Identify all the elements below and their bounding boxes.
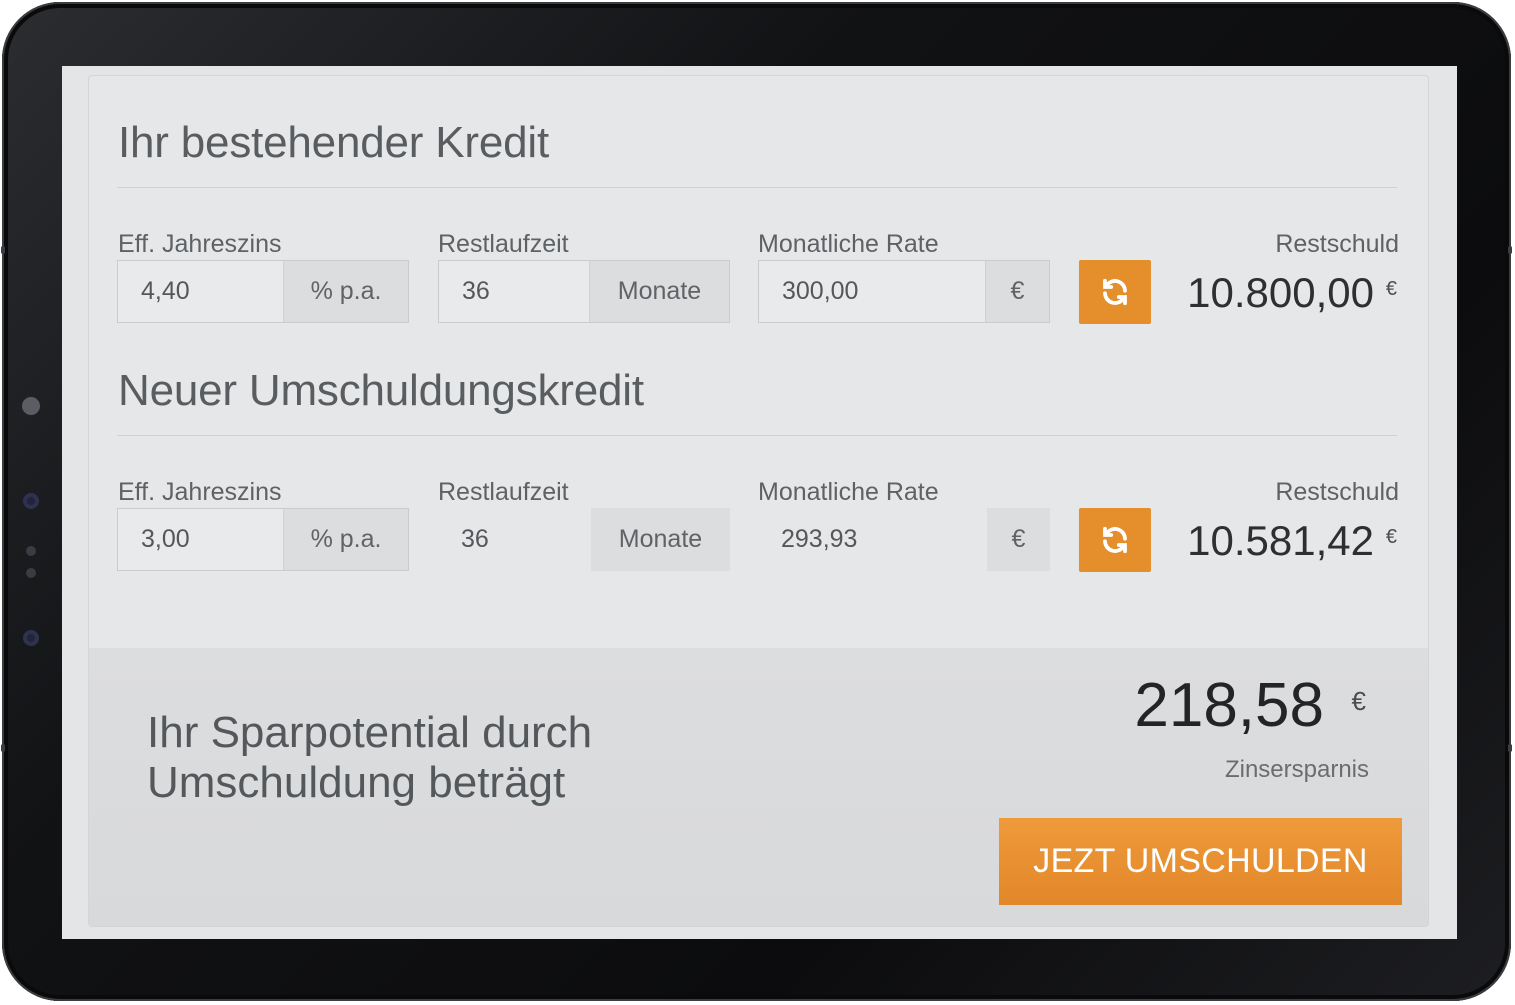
- new-refresh-button[interactable]: [1079, 508, 1151, 572]
- new-rate-label: Eff. Jahreszins: [118, 478, 282, 506]
- camera-icon: [22, 397, 40, 415]
- existing-refresh-button[interactable]: [1079, 260, 1151, 324]
- savings-text: Ihr Sparpotential durch Umschuldung betr…: [147, 708, 593, 807]
- refinance-now-button[interactable]: JEZT UMSCHULDEN: [999, 818, 1402, 905]
- savings-panel: Ihr Sparpotential durch Umschuldung betr…: [89, 648, 1428, 926]
- new-rate-field[interactable]: 3,00 % p.a.: [117, 508, 409, 571]
- power-button: [1508, 246, 1512, 254]
- existing-debt-label: Restschuld: [1275, 230, 1399, 258]
- existing-debt-amount: 10.800,00: [1187, 269, 1374, 316]
- savings-label: Zinsersparnis: [1224, 756, 1369, 783]
- new-debt-currency: €: [1385, 526, 1397, 548]
- section-divider: [117, 187, 1397, 188]
- new-loan-title: Neuer Umschuldungskredit: [118, 366, 644, 415]
- side-button: [1, 744, 5, 752]
- existing-rate-field[interactable]: 4,40 % p.a.: [117, 260, 409, 323]
- new-monthly-label: Monatliche Rate: [758, 478, 939, 506]
- existing-monthly-unit: €: [985, 261, 1049, 322]
- existing-rate-input[interactable]: 4,40: [118, 261, 283, 322]
- new-term-value: 36: [461, 525, 489, 553]
- sensor-icon: [23, 493, 39, 509]
- existing-term-unit: Monate: [589, 261, 729, 322]
- existing-monthly-label: Monatliche Rate: [758, 230, 939, 258]
- new-monthly-value: 293,93: [781, 525, 858, 553]
- new-debt-label: Restschuld: [1275, 478, 1399, 506]
- existing-rate-label: Eff. Jahreszins: [118, 230, 282, 258]
- tablet-frame: Ihr bestehender Kredit Eff. Jahreszins R…: [1, 2, 1512, 1001]
- existing-term-label: Restlaufzeit: [438, 230, 569, 258]
- new-term-unit: Monate: [591, 508, 730, 571]
- existing-monthly-field[interactable]: 300,00 €: [758, 260, 1050, 323]
- existing-term-input[interactable]: 36: [439, 261, 589, 322]
- loan-calculator-card: Ihr bestehender Kredit Eff. Jahreszins R…: [88, 75, 1429, 927]
- existing-rate-unit: % p.a.: [283, 261, 408, 322]
- savings-amount: 218,58: [1134, 671, 1324, 740]
- new-debt-amount: 10.581,42: [1187, 517, 1374, 564]
- new-rate-input[interactable]: 3,00: [118, 509, 283, 570]
- new-term-label: Restlaufzeit: [438, 478, 569, 506]
- tablet-screen: Ihr bestehender Kredit Eff. Jahreszins R…: [62, 66, 1457, 939]
- refresh-icon: [1103, 526, 1127, 554]
- new-monthly-unit: €: [987, 508, 1050, 571]
- existing-term-field[interactable]: 36 Monate: [438, 260, 730, 323]
- sensor-dot-icon: [26, 568, 36, 578]
- sensor-dot-icon: [26, 546, 36, 556]
- side-button-right: [1508, 744, 1512, 752]
- existing-loan-title: Ihr bestehender Kredit: [118, 118, 549, 167]
- front-camera-icon: [23, 630, 39, 646]
- new-rate-unit: % p.a.: [283, 509, 408, 570]
- volume-button: [1, 246, 5, 254]
- refresh-icon: [1103, 278, 1127, 306]
- existing-debt-currency: €: [1385, 278, 1397, 300]
- savings-currency: €: [1351, 686, 1366, 716]
- section-divider: [117, 435, 1397, 436]
- existing-monthly-input[interactable]: 300,00: [759, 261, 985, 322]
